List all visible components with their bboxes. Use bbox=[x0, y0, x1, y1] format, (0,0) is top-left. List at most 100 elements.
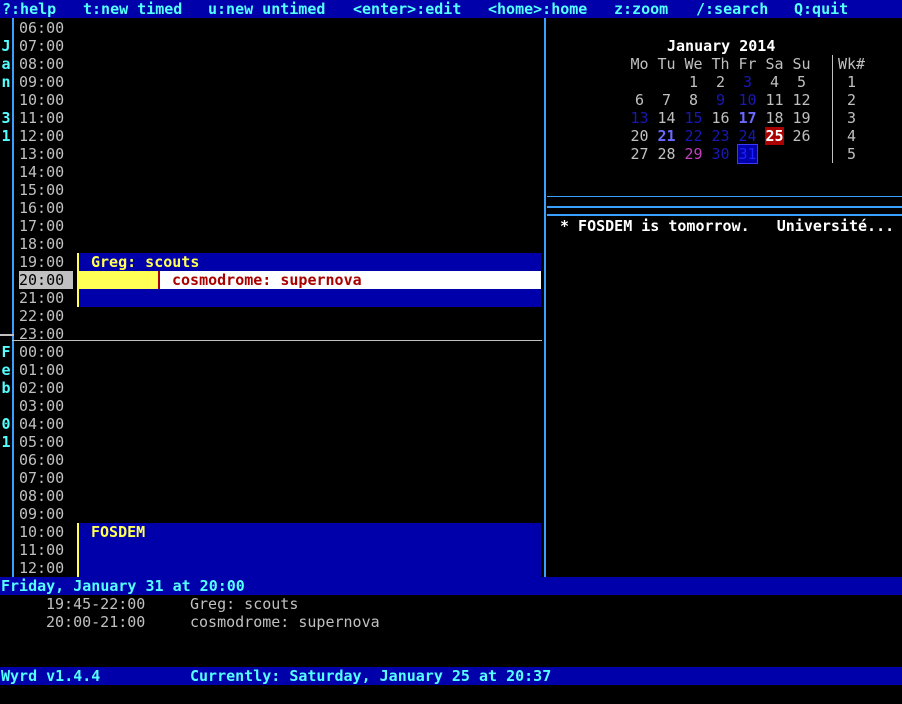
calendar-day[interactable]: 30 bbox=[707, 145, 734, 163]
calendar-day[interactable]: 1 bbox=[680, 73, 707, 91]
menu-quit[interactable]: Q:quit bbox=[794, 0, 848, 18]
calendar-day[interactable]: 7 bbox=[653, 91, 680, 109]
date-letter: n bbox=[1, 73, 11, 91]
hour-label: 10:00 bbox=[19, 523, 65, 541]
weekday-header: Fr bbox=[738, 55, 757, 73]
date-letter: b bbox=[1, 379, 11, 397]
calendar-day[interactable]: 14 bbox=[653, 109, 680, 127]
hour-label: 06:00 bbox=[19, 451, 65, 469]
event-fosdem[interactable] bbox=[78, 523, 541, 578]
calendar-day[interactable]: 18 bbox=[761, 109, 788, 127]
date-letter: a bbox=[1, 55, 11, 73]
date-letter: e bbox=[1, 361, 11, 379]
bottom-status-bar: Wyrd v1.4.4 Currently: Saturday, January… bbox=[0, 667, 902, 685]
selected-date: Friday, January 31 at 20:00 bbox=[1, 577, 245, 595]
weekday-header: Sa bbox=[765, 55, 784, 73]
calendar-day[interactable]: 17 bbox=[734, 109, 761, 127]
calendar-day[interactable]: 24 bbox=[734, 127, 761, 145]
menu-new-timed[interactable]: t:new timed bbox=[83, 0, 182, 18]
calendar-day[interactable]: 27 bbox=[626, 145, 653, 163]
event-cosmodrome-supernova[interactable]: cosmodrome: supernova bbox=[172, 271, 362, 289]
calendar-day[interactable]: 20 bbox=[626, 127, 653, 145]
hour-label: 03:00 bbox=[19, 397, 65, 415]
menu-bar: ?:help t:new timed u:new untimed <enter>… bbox=[0, 0, 902, 18]
hour-label: 19:00 bbox=[19, 253, 65, 271]
hour-label: 13:00 bbox=[19, 145, 65, 163]
event-title[interactable]: Greg: scouts bbox=[91, 253, 199, 271]
selected-day-marker: 31 bbox=[737, 144, 758, 164]
calendar-day[interactable]: 8 bbox=[680, 91, 707, 109]
calendar-day-selected[interactable]: 31 bbox=[734, 144, 761, 164]
hour-label: 11:00 bbox=[19, 109, 65, 127]
weekday-header: Mo bbox=[630, 55, 649, 73]
calendar-day[interactable]: 2 bbox=[707, 73, 734, 91]
menu-search[interactable]: /:search bbox=[696, 0, 768, 18]
date-letter: 0 bbox=[1, 415, 11, 433]
week-number-divider bbox=[832, 55, 833, 163]
calendar-day[interactable]: 15 bbox=[680, 109, 707, 127]
weekday-header: Th bbox=[711, 55, 730, 73]
calendar-day[interactable]: 3 bbox=[734, 73, 761, 91]
calendar-day[interactable]: 22 bbox=[680, 127, 707, 145]
calendar-day[interactable]: 5 bbox=[788, 73, 815, 91]
day-separator-tick bbox=[0, 334, 14, 336]
calendar-day[interactable]: 26 bbox=[788, 127, 815, 145]
untimed-reminder[interactable]: * FOSDEM is tomorrow. Université... bbox=[560, 217, 894, 235]
calendar-divider-bottom bbox=[547, 206, 902, 208]
today-marker: 25 bbox=[765, 127, 784, 145]
detail-desc: Greg: scouts bbox=[190, 595, 299, 613]
hour-label: 07:00 bbox=[19, 469, 65, 487]
hour-label: 12:00 bbox=[19, 559, 65, 577]
hour-label: 01:00 bbox=[19, 361, 65, 379]
date-letter: 1 bbox=[1, 127, 11, 145]
date-letter: 1 bbox=[1, 433, 11, 451]
hour-label: 18:00 bbox=[19, 235, 65, 253]
calendar-day[interactable]: 29 bbox=[680, 145, 707, 163]
calendar-day[interactable]: 23 bbox=[707, 127, 734, 145]
calendar-title: January 2014 bbox=[667, 37, 776, 55]
weekday-header: Tu bbox=[657, 55, 676, 73]
week-number-header: Wk# bbox=[838, 55, 866, 73]
untimed-top-border bbox=[547, 214, 902, 216]
week-number: 3 bbox=[847, 109, 857, 127]
calendar-day[interactable]: 4 bbox=[761, 73, 788, 91]
hour-label: 05:00 bbox=[19, 433, 65, 451]
hour-label: 14:00 bbox=[19, 163, 65, 181]
event-bar bbox=[77, 523, 79, 578]
calendar-day[interactable]: 11 bbox=[761, 91, 788, 109]
week-number: 1 bbox=[847, 73, 857, 91]
hour-label: 06:00 bbox=[19, 19, 65, 37]
calendar-day[interactable]: 28 bbox=[653, 145, 680, 163]
day-separator bbox=[12, 340, 542, 341]
hour-label: 09:00 bbox=[19, 505, 65, 523]
menu-new-untimed[interactable]: u:new untimed bbox=[208, 0, 325, 18]
calendar-day[interactable]: 13 bbox=[626, 109, 653, 127]
date-column-border bbox=[12, 18, 14, 578]
menu-home[interactable]: <home>:home bbox=[488, 0, 587, 18]
hour-label: 22:00 bbox=[19, 307, 65, 325]
calendar-day[interactable]: 19 bbox=[788, 109, 815, 127]
hour-label: 09:00 bbox=[19, 73, 65, 91]
calendar-day[interactable]: 16 bbox=[707, 109, 734, 127]
hour-label: 07:00 bbox=[19, 37, 65, 55]
calendar-day[interactable]: 6 bbox=[626, 91, 653, 109]
calendar-day[interactable]: 10 bbox=[734, 91, 761, 109]
hour-label: 04:00 bbox=[19, 415, 65, 433]
hour-label: 16:00 bbox=[19, 199, 65, 217]
hour-label: 02:00 bbox=[19, 379, 65, 397]
calendar-day[interactable]: 9 bbox=[707, 91, 734, 109]
menu-help[interactable]: ?:help bbox=[2, 0, 56, 18]
menu-edit[interactable]: <enter>:edit bbox=[353, 0, 461, 18]
event-bar bbox=[158, 271, 160, 289]
week-number: 2 bbox=[847, 91, 857, 109]
hour-label: 15:00 bbox=[19, 181, 65, 199]
calendar-day-today[interactable]: 25 bbox=[761, 127, 788, 145]
menu-zoom[interactable]: z:zoom bbox=[614, 0, 668, 18]
hour-label: 17:00 bbox=[19, 217, 65, 235]
event-title[interactable]: FOSDEM bbox=[91, 523, 145, 541]
calendar-day[interactable]: 21 bbox=[653, 127, 680, 145]
panel-divider-vertical bbox=[544, 18, 546, 578]
date-letter: F bbox=[1, 343, 11, 361]
calendar-day[interactable]: 12 bbox=[788, 91, 815, 109]
detail-desc: cosmodrome: supernova bbox=[190, 613, 380, 631]
